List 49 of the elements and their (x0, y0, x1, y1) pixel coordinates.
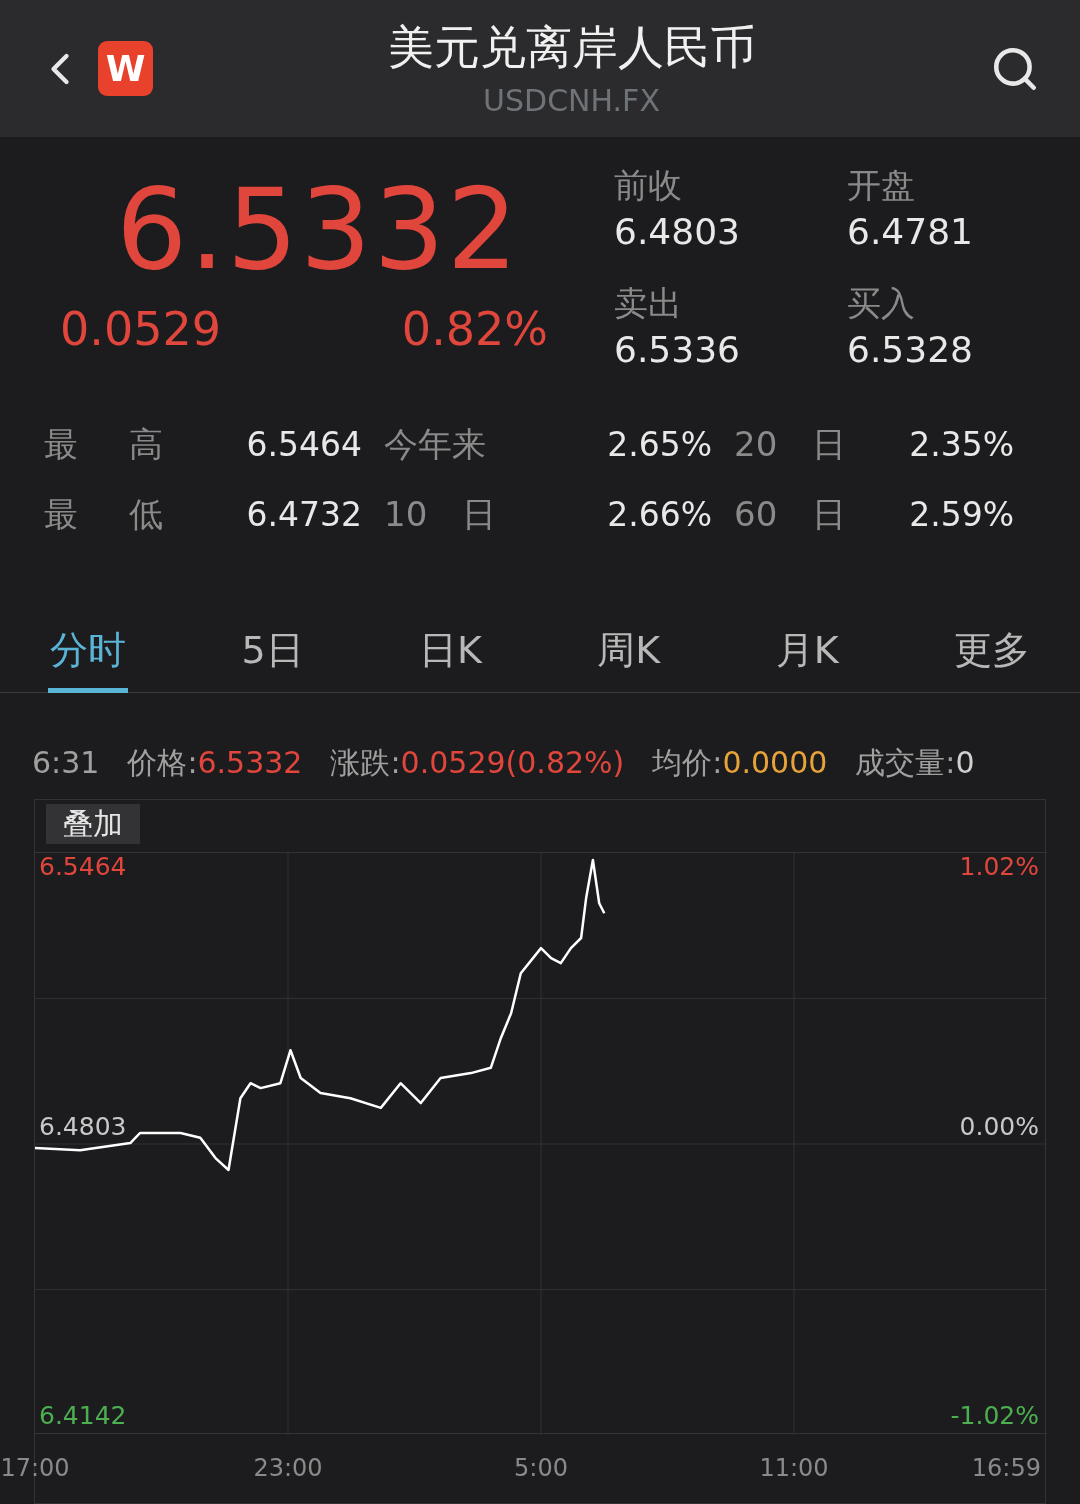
stat-label: 10 日 (384, 493, 498, 536)
time-axis-label: 5:00 (514, 1456, 568, 1480)
chart-tab[interactable]: 更多 (952, 605, 1032, 693)
max-price-label: 6.5464 (39, 854, 127, 879)
app-logo[interactable]: W (98, 41, 153, 96)
stat-value: 6.4732 (245, 493, 363, 536)
stat-value: 2.59% (908, 493, 1015, 536)
time-axis-label: 11:00 (759, 1456, 829, 1480)
stat-value: 2.35% (908, 423, 1015, 466)
symbol-code: USDCNH.FX (483, 81, 660, 120)
time-label: 6:31 (32, 743, 100, 782)
y-axis-label: 6.4803 (39, 1114, 127, 1139)
time-axis-label: 17:00 (0, 1456, 70, 1480)
quote-info: 价格:6.5332 (127, 743, 303, 782)
percent-axis-label: 0.00% (959, 1114, 1039, 1139)
quote-info: 涨跌:0.0529(0.82%) (330, 743, 625, 782)
field-value: 6.5336 (614, 328, 741, 372)
quote-info: 均价:0.0000 (652, 743, 828, 782)
current-price: 6.5332 (115, 169, 521, 289)
stat-label: 今年来 (384, 423, 487, 466)
percent-change: 0.82% (401, 301, 548, 358)
stat-value: 2.65% (606, 423, 713, 466)
stat-value: 2.66% (606, 493, 713, 536)
chart-tab[interactable]: 日K (417, 605, 484, 693)
field-label: 卖出 (614, 282, 683, 325)
stat-label: 最 高 (44, 423, 164, 466)
field-value: 6.4781 (847, 210, 974, 254)
field-label: 开盘 (847, 164, 916, 207)
chart-tab[interactable]: 月K (773, 605, 841, 693)
chart-tab[interactable]: 5日 (239, 605, 306, 693)
overlay-button[interactable]: 叠加 (46, 804, 140, 844)
percent-axis-label: -1.02% (950, 1403, 1039, 1428)
chart-tab[interactable]: 分时 (48, 605, 128, 693)
field-label: 前收 (614, 164, 683, 207)
stat-label: 最 低 (44, 493, 164, 536)
y-axis-label: 6.4142 (39, 1403, 127, 1428)
field-value: 6.4803 (614, 210, 741, 254)
chart-tab[interactable]: 周K (595, 605, 663, 693)
percent-axis-label: 1.02% (959, 854, 1039, 879)
stat-value: 6.5464 (245, 423, 363, 466)
page-title: 美元兑离岸人民币 (387, 18, 756, 76)
stat-label: 20 日 (734, 423, 848, 466)
stat-label: 60 日 (734, 493, 848, 536)
field-label: 买入 (847, 282, 916, 325)
price-change: 0.0529 (60, 301, 221, 358)
time-axis-label: 23:00 (253, 1456, 323, 1480)
quote-info: 成交量:0 (855, 743, 975, 782)
field-value: 6.5328 (847, 328, 974, 372)
time-axis-label: 16:59 (971, 1456, 1041, 1480)
